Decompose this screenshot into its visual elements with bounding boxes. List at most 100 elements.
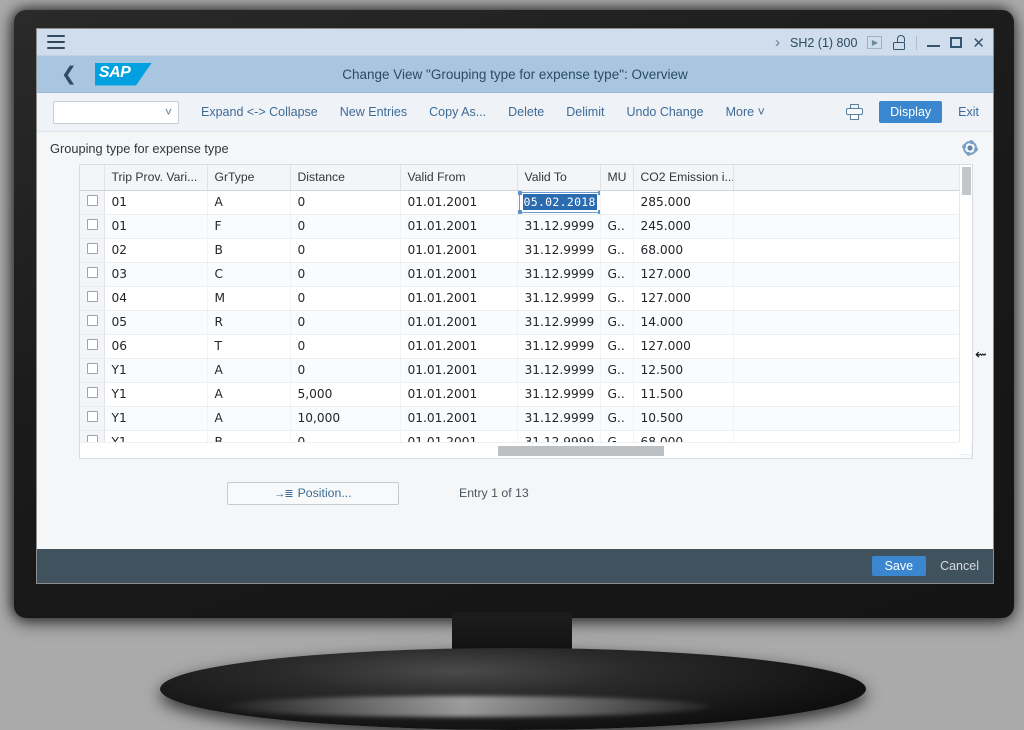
- cell-grtype[interactable]: A: [207, 382, 291, 407]
- table-row[interactable]: 06 T 0 01.01.2001 31.12.9999 G.. 127.000: [80, 334, 972, 359]
- table-row[interactable]: 01 A 0 01.01.2001 05.02.2018 285.000: [80, 190, 972, 215]
- cell-co2-emission[interactable]: 127.000: [633, 334, 734, 359]
- minimize-button[interactable]: [927, 39, 941, 47]
- cell-distance[interactable]: 0: [290, 286, 401, 311]
- select-all-header[interactable]: [80, 165, 105, 191]
- row-checkbox[interactable]: [87, 267, 98, 278]
- cell-distance[interactable]: 0: [290, 262, 401, 287]
- cell-filler[interactable]: [733, 334, 972, 359]
- position-button[interactable]: →≣ Position...: [227, 481, 399, 505]
- cell-co2-emission[interactable]: 127.000: [633, 286, 734, 311]
- row-select-cell[interactable]: [80, 214, 105, 239]
- row-checkbox[interactable]: [87, 411, 98, 422]
- cell-trip-prov-variant[interactable]: 01: [104, 214, 208, 239]
- cell-valid-from[interactable]: 01.01.2001: [400, 238, 518, 263]
- col-header-co2-emission[interactable]: CO2 Emission i...: [633, 165, 734, 191]
- copy-as-button[interactable]: Copy As...: [429, 105, 486, 119]
- cell-trip-prov-variant[interactable]: 04: [104, 286, 208, 311]
- row-select-cell[interactable]: [80, 310, 105, 335]
- cell-valid-to[interactable]: 31.12.9999: [517, 334, 601, 359]
- row-checkbox[interactable]: [87, 243, 98, 254]
- table-row[interactable]: 05 R 0 01.01.2001 31.12.9999 G.. 14.000: [80, 310, 972, 335]
- cell-valid-from[interactable]: 01.01.2001: [400, 358, 518, 383]
- expand-collapse-button[interactable]: Expand <-> Collapse: [201, 105, 318, 119]
- delimit-button[interactable]: Delimit: [566, 105, 604, 119]
- cell-valid-from[interactable]: 01.01.2001: [400, 286, 518, 311]
- cell-co2-emission[interactable]: 127.000: [633, 262, 734, 287]
- row-select-cell[interactable]: [80, 238, 105, 263]
- col-header-distance[interactable]: Distance: [290, 165, 401, 191]
- cell-filler[interactable]: [733, 190, 972, 215]
- row-checkbox[interactable]: [87, 291, 98, 302]
- cell-trip-prov-variant[interactable]: Y1: [104, 382, 208, 407]
- cell-mu[interactable]: G..: [600, 262, 634, 287]
- cell-filler[interactable]: [733, 286, 972, 311]
- row-checkbox[interactable]: [87, 315, 98, 326]
- cell-co2-emission[interactable]: 12.500: [633, 358, 734, 383]
- cell-valid-to[interactable]: 31.12.9999: [517, 382, 601, 407]
- row-select-cell[interactable]: [80, 262, 105, 287]
- cell-valid-to[interactable]: 31.12.9999: [517, 286, 601, 311]
- gear-icon[interactable]: [963, 141, 977, 155]
- cell-valid-from[interactable]: 01.01.2001: [400, 406, 518, 431]
- vertical-scrollbar[interactable]: [959, 165, 972, 442]
- chevron-right-icon[interactable]: ›: [775, 35, 780, 50]
- cell-valid-to[interactable]: 31.12.9999: [517, 214, 601, 239]
- cell-grtype[interactable]: T: [207, 334, 291, 359]
- cell-mu[interactable]: G..: [600, 406, 634, 431]
- cell-co2-emission[interactable]: 68.000: [633, 238, 734, 263]
- cell-distance[interactable]: 0: [290, 310, 401, 335]
- table-row[interactable]: 02 B 0 01.01.2001 31.12.9999 G.. 68.000: [80, 238, 972, 263]
- undo-change-button[interactable]: Undo Change: [626, 105, 703, 119]
- cell-valid-to[interactable]: 31.12.9999: [517, 310, 601, 335]
- close-button[interactable]: ✕: [972, 34, 985, 52]
- cell-mu[interactable]: G..: [600, 310, 634, 335]
- maximize-button[interactable]: [950, 37, 963, 48]
- row-select-cell[interactable]: [80, 190, 105, 215]
- cell-trip-prov-variant[interactable]: 01: [104, 190, 208, 215]
- cell-filler[interactable]: [733, 238, 972, 263]
- row-select-cell[interactable]: [80, 358, 105, 383]
- cell-filler[interactable]: [733, 262, 972, 287]
- cell-grtype[interactable]: F: [207, 214, 291, 239]
- cell-grtype[interactable]: A: [207, 190, 291, 215]
- col-header-grtype[interactable]: GrType: [207, 165, 291, 191]
- exit-button[interactable]: Exit: [958, 105, 979, 119]
- cell-distance[interactable]: 0: [290, 334, 401, 359]
- cell-valid-to[interactable]: 31.12.9999: [517, 262, 601, 287]
- row-checkbox[interactable]: [87, 219, 98, 230]
- new-entries-button[interactable]: New Entries: [340, 105, 407, 119]
- cell-co2-emission[interactable]: 245.000: [633, 214, 734, 239]
- cell-filler[interactable]: [733, 382, 972, 407]
- cell-grtype[interactable]: B: [207, 238, 291, 263]
- table-row[interactable]: 03 C 0 01.01.2001 31.12.9999 G.. 127.000: [80, 262, 972, 287]
- cell-mu[interactable]: [600, 190, 634, 215]
- cell-filler[interactable]: [733, 214, 972, 239]
- cell-mu[interactable]: G..: [600, 214, 634, 239]
- cell-filler[interactable]: [733, 406, 972, 431]
- table-row[interactable]: Y1 A 0 01.01.2001 31.12.9999 G.. 12.500: [80, 358, 972, 383]
- cell-valid-from[interactable]: 01.01.2001: [400, 334, 518, 359]
- cell-mu[interactable]: G..: [600, 382, 634, 407]
- save-button[interactable]: Save: [871, 556, 927, 576]
- cell-trip-prov-variant[interactable]: Y1: [104, 406, 208, 431]
- cell-trip-prov-variant[interactable]: 05: [104, 310, 208, 335]
- cell-distance[interactable]: 10,000: [290, 406, 401, 431]
- cell-trip-prov-variant[interactable]: 03: [104, 262, 208, 287]
- cell-grtype[interactable]: A: [207, 406, 291, 431]
- row-checkbox[interactable]: [87, 387, 98, 398]
- cell-filler[interactable]: [733, 310, 972, 335]
- row-checkbox[interactable]: [87, 195, 98, 206]
- display-button[interactable]: Display: [879, 101, 943, 123]
- cell-distance[interactable]: 0: [290, 214, 401, 239]
- row-checkbox[interactable]: [87, 339, 98, 350]
- more-button[interactable]: More ˅: [726, 105, 765, 119]
- cell-trip-prov-variant[interactable]: 06: [104, 334, 208, 359]
- col-header-valid-from[interactable]: Valid From: [400, 165, 518, 191]
- col-header-mu[interactable]: MU: [600, 165, 634, 191]
- cell-valid-from[interactable]: 01.01.2001: [400, 310, 518, 335]
- cell-mu[interactable]: G..: [600, 358, 634, 383]
- hamburger-icon[interactable]: [47, 35, 65, 49]
- cell-mu[interactable]: G..: [600, 286, 634, 311]
- row-select-cell[interactable]: [80, 286, 105, 311]
